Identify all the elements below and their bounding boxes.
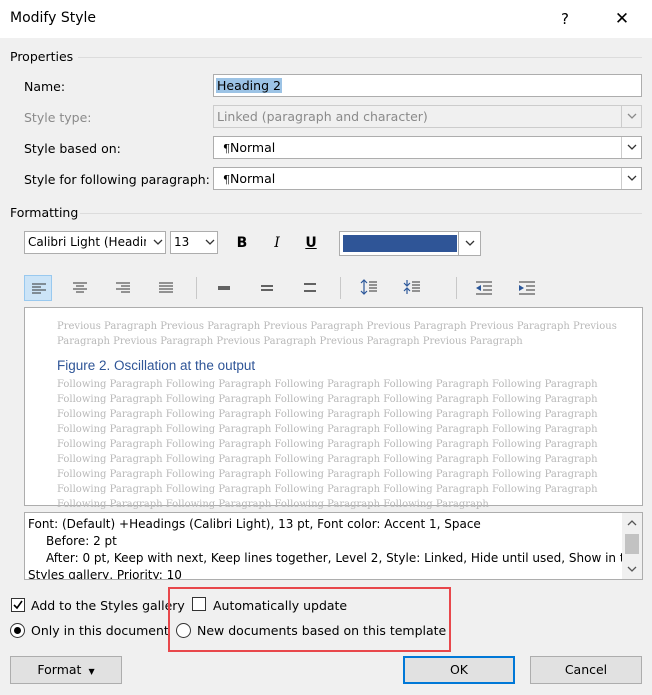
decrease-paragraph-spacing-icon <box>403 280 420 294</box>
description-line: Styles gallery, Priority: 10 <box>28 568 182 580</box>
only-document-radio[interactable] <box>10 623 25 638</box>
name-value: Heading 2 <box>216 78 282 93</box>
align-right-button[interactable] <box>109 275 137 301</box>
bold-button[interactable]: B <box>229 231 255 255</box>
font-select[interactable]: Calibri Light (Headin <box>24 231 166 254</box>
close-button[interactable]: ✕ <box>607 6 637 32</box>
help-button[interactable]: ? <box>550 6 580 32</box>
following-label: Style for following paragraph: <box>24 172 210 187</box>
style-type-value: Linked (paragraph and character) <box>217 109 428 124</box>
following-select[interactable]: ¶Normal <box>213 167 642 190</box>
toolbar-separator <box>196 277 197 299</box>
preview-previous-line: Paragraph Previous Paragraph Previous Pa… <box>57 336 523 347</box>
preview-heading: Figure 2. Oscillation at the output <box>57 358 256 373</box>
align-right-icon <box>116 282 130 293</box>
decrease-indent-button[interactable] <box>470 275 498 301</box>
description-line: Before: 2 pt <box>46 534 117 548</box>
cancel-button[interactable]: Cancel <box>530 656 642 684</box>
preview-following-line: Following Paragraph Following Paragraph … <box>57 379 598 390</box>
checkmark-icon <box>13 600 23 610</box>
preview-following-line: Following Paragraph Following Paragraph … <box>57 409 598 420</box>
scroll-thumb[interactable] <box>625 534 639 554</box>
scroll-down-icon <box>627 566 637 572</box>
preview-following-line: Following Paragraph Following Paragraph … <box>57 454 598 465</box>
preview-following-line: Following Paragraph Following Paragraph … <box>57 484 598 495</box>
single-spacing-button[interactable] <box>210 275 238 301</box>
font-color-select[interactable] <box>339 231 481 256</box>
annotation-highlight-box <box>168 587 451 652</box>
radio-selected-dot <box>14 627 21 634</box>
align-center-button[interactable] <box>66 275 94 301</box>
align-center-icon <box>73 282 87 293</box>
description-line: Font: (Default) +Headings (Calibri Light… <box>28 517 481 531</box>
add-to-gallery-label[interactable]: Add to the Styles gallery <box>31 598 185 613</box>
font-size-chevron-down-icon[interactable] <box>200 232 217 253</box>
style-type-select: Linked (paragraph and character) <box>213 105 642 128</box>
formatting-divider <box>80 213 642 214</box>
following-value: Normal <box>230 171 276 186</box>
align-left-button[interactable] <box>24 275 52 301</box>
add-to-gallery-checkbox[interactable] <box>11 598 25 612</box>
decrease-spacing-button[interactable] <box>398 275 426 301</box>
description-scrollbar[interactable] <box>622 513 642 579</box>
based-on-value: Normal <box>230 140 276 155</box>
font-size-select[interactable]: 13 <box>170 231 218 254</box>
font-chevron-down-icon[interactable] <box>148 232 165 253</box>
toolbar-separator <box>340 277 341 299</box>
name-input[interactable]: Heading 2 <box>213 74 642 97</box>
caret-down-icon: ▼ <box>88 667 95 676</box>
justify-icon <box>159 282 173 293</box>
based-on-chevron-down-icon[interactable] <box>621 137 641 158</box>
double-spacing-icon <box>304 283 316 292</box>
toolbar-separator <box>456 277 457 299</box>
one-half-spacing-icon <box>261 285 273 291</box>
title-bar: Modify Style ? ✕ <box>0 0 652 38</box>
ok-button[interactable]: OK <box>403 656 515 684</box>
only-document-label[interactable]: Only in this document <box>31 623 169 638</box>
align-left-icon <box>32 283 46 294</box>
one-half-spacing-button[interactable] <box>253 275 281 301</box>
style-type-chevron-down-icon <box>621 106 641 127</box>
style-preview: Previous Paragraph Previous Paragraph Pr… <box>24 307 643 510</box>
font-color-swatch <box>343 235 457 252</box>
font-color-chevron-down-icon[interactable] <box>458 232 480 255</box>
preview-previous-line: Previous Paragraph Previous Paragraph Pr… <box>57 321 617 332</box>
paragraph-mark-icon: ¶ <box>223 173 230 186</box>
based-on-select[interactable]: ¶Normal <box>213 136 642 159</box>
justify-button[interactable] <box>152 275 180 301</box>
following-chevron-down-icon[interactable] <box>621 168 641 189</box>
preview-following-line: Following Paragraph Following Paragraph … <box>57 394 598 405</box>
formatting-section-label: Formatting <box>10 205 79 220</box>
properties-section-label: Properties <box>10 49 74 64</box>
increase-indent-button[interactable] <box>513 275 541 301</box>
underline-button[interactable]: U <box>298 231 324 255</box>
font-value: Calibri Light (Headin <box>28 235 146 249</box>
properties-divider <box>78 57 642 58</box>
decrease-indent-icon <box>476 281 492 295</box>
scroll-up-icon <box>627 520 637 526</box>
paragraph-mark-icon: ¶ <box>223 142 230 155</box>
italic-button[interactable]: I <box>264 231 290 255</box>
preview-following-line: Following Paragraph Following Paragraph … <box>57 439 598 450</box>
preview-following-line: Following Paragraph Following Paragraph … <box>57 469 598 480</box>
increase-spacing-button[interactable] <box>355 275 383 301</box>
preview-following-line: Following Paragraph Following Paragraph … <box>57 424 598 435</box>
font-size-value: 13 <box>174 235 190 249</box>
single-spacing-icon <box>218 286 230 290</box>
preview-following-line: Following Paragraph Following Paragraph … <box>57 499 489 510</box>
increase-indent-icon <box>519 281 535 295</box>
style-type-label: Style type: <box>24 110 92 125</box>
description-line: After: 0 pt, Keep with next, Keep lines … <box>46 551 640 565</box>
double-spacing-button[interactable] <box>296 275 324 301</box>
increase-paragraph-spacing-icon <box>360 279 377 295</box>
format-button[interactable]: Format ▼ <box>10 656 122 684</box>
dialog-title: Modify Style <box>10 10 97 26</box>
name-label: Name: <box>24 79 66 94</box>
style-description[interactable]: Font: (Default) +Headings (Calibri Light… <box>24 512 643 580</box>
based-on-label: Style based on: <box>24 141 121 156</box>
